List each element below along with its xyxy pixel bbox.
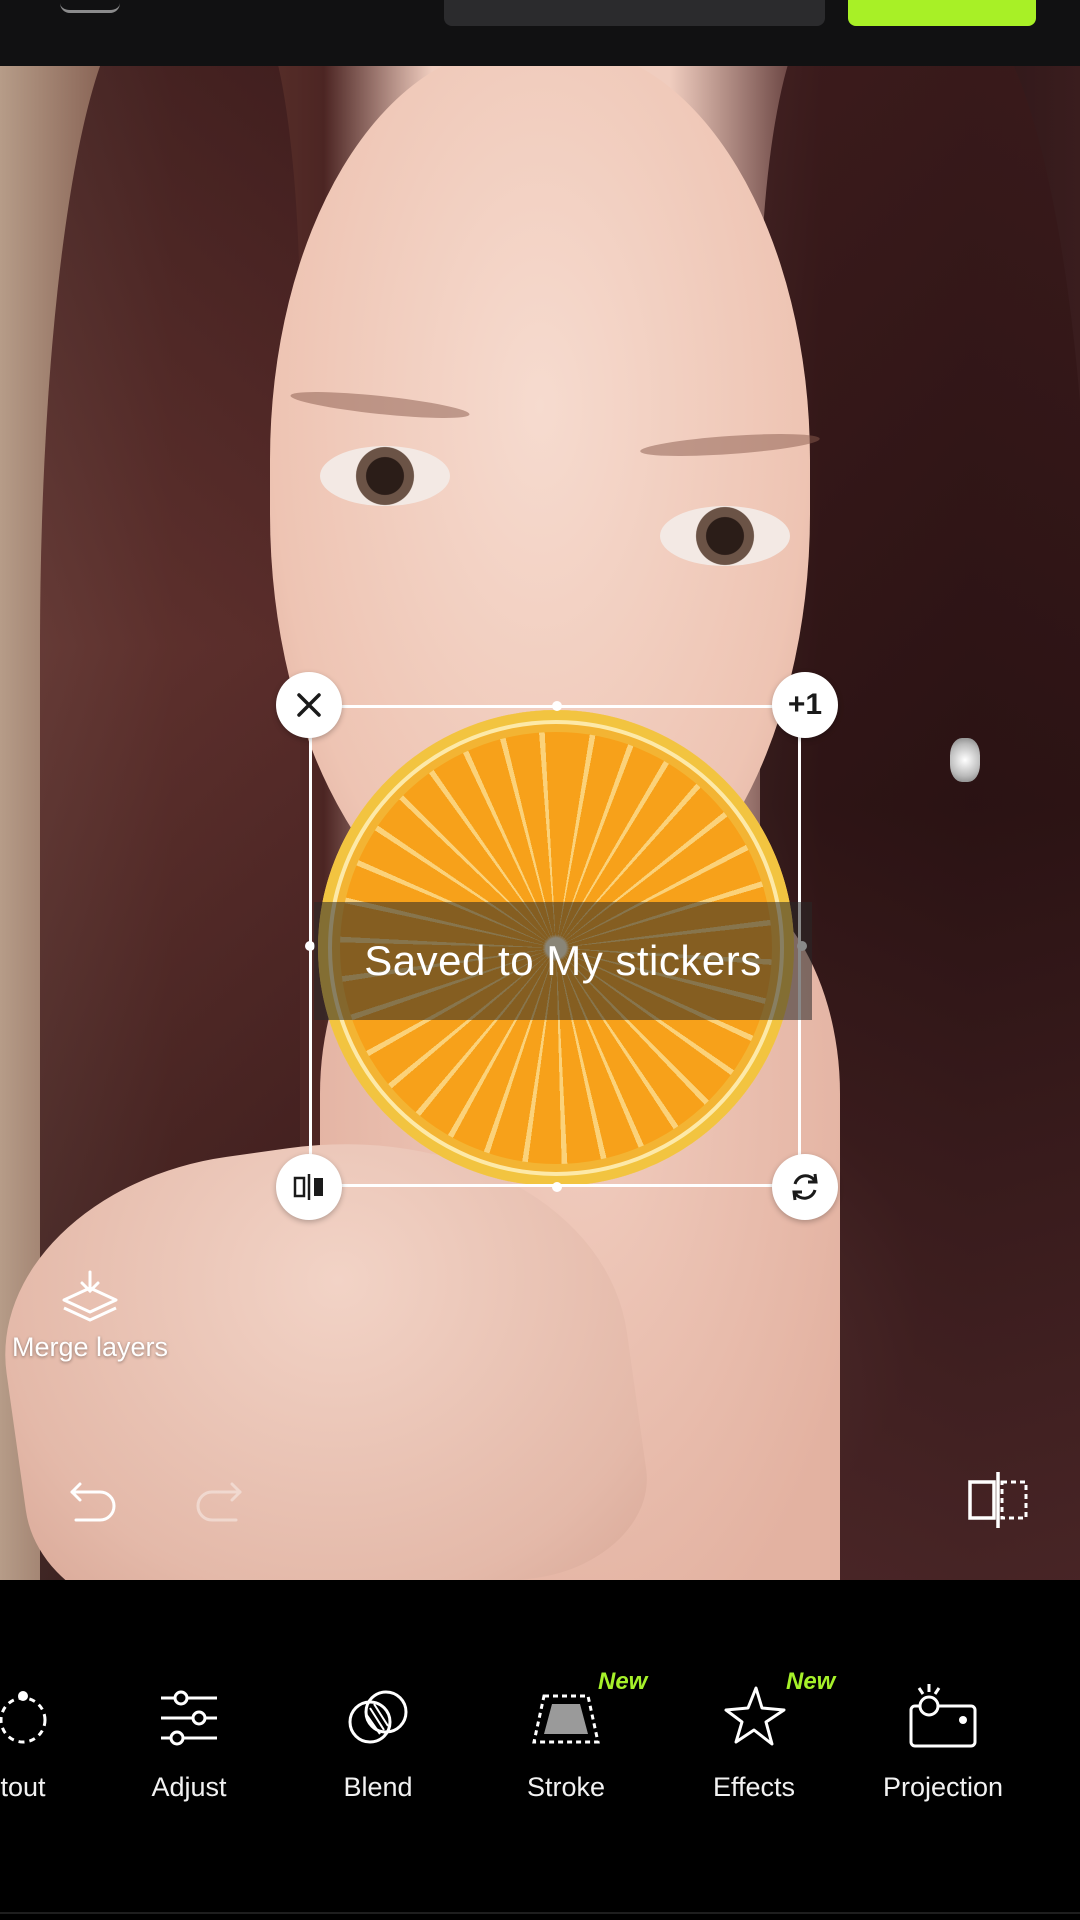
tool-cutout[interactable]: tout xyxy=(0,1680,108,1803)
adjust-sliders-icon xyxy=(161,1690,217,1746)
new-badge: New xyxy=(786,1668,836,1695)
selection-handle-bottom[interactable] xyxy=(552,1182,562,1192)
top-primary-button[interactable] xyxy=(848,0,1036,26)
flip-icon xyxy=(293,1174,323,1200)
tool-label: Blend xyxy=(343,1772,413,1802)
tool-blend[interactable]: Blend xyxy=(293,1680,463,1803)
new-badge: New xyxy=(598,1668,648,1695)
tool-adjust[interactable]: Adjust xyxy=(104,1680,274,1803)
rotate-scale-sticker-button[interactable] xyxy=(772,1154,838,1220)
tool-label: Adjust xyxy=(151,1772,227,1802)
blend-icon xyxy=(348,1690,408,1744)
tool-stroke[interactable]: Stroke xyxy=(481,1680,651,1803)
photo-eye xyxy=(320,446,450,506)
rotate-icon xyxy=(792,1173,818,1201)
tool-label: Stroke xyxy=(526,1772,606,1802)
stroke-icon xyxy=(532,1694,600,1744)
cutout-icon xyxy=(0,1691,47,1744)
top-bar xyxy=(0,0,1080,66)
selection-handle-top[interactable] xyxy=(552,701,562,711)
duplicate-label: +1 xyxy=(787,688,823,721)
merge-layers-icon xyxy=(62,1270,118,1322)
tool-label: Effects xyxy=(712,1772,796,1802)
delete-sticker-button[interactable] xyxy=(276,672,342,738)
photo-earring xyxy=(950,738,980,782)
top-left-icon[interactable] xyxy=(60,0,120,13)
photo-eye xyxy=(660,506,790,566)
close-icon xyxy=(297,693,321,717)
redo-icon[interactable] xyxy=(190,1470,246,1526)
duplicate-sticker-button[interactable]: +1 xyxy=(772,672,838,738)
toast-message: Saved to My stickers xyxy=(314,902,812,1020)
top-secondary-button[interactable] xyxy=(444,0,825,26)
home-indicator-divider xyxy=(0,1912,1080,1914)
tool-projection[interactable]: Projection xyxy=(858,1680,1028,1803)
tool-label: Projection xyxy=(882,1772,1004,1802)
merge-layers-button[interactable]: Merge layers xyxy=(0,1270,180,1363)
toast-text: Saved to My stickers xyxy=(364,937,762,984)
merge-layers-label: Merge layers xyxy=(11,1332,169,1362)
tool-label: tout xyxy=(0,1772,46,1802)
compare-icon[interactable] xyxy=(966,1468,1030,1532)
flip-sticker-button[interactable] xyxy=(276,1154,342,1220)
undo-icon[interactable] xyxy=(66,1470,122,1526)
projection-icon xyxy=(909,1684,977,1748)
effects-star-icon xyxy=(724,1686,786,1746)
tool-effects[interactable]: Effects xyxy=(669,1680,839,1803)
